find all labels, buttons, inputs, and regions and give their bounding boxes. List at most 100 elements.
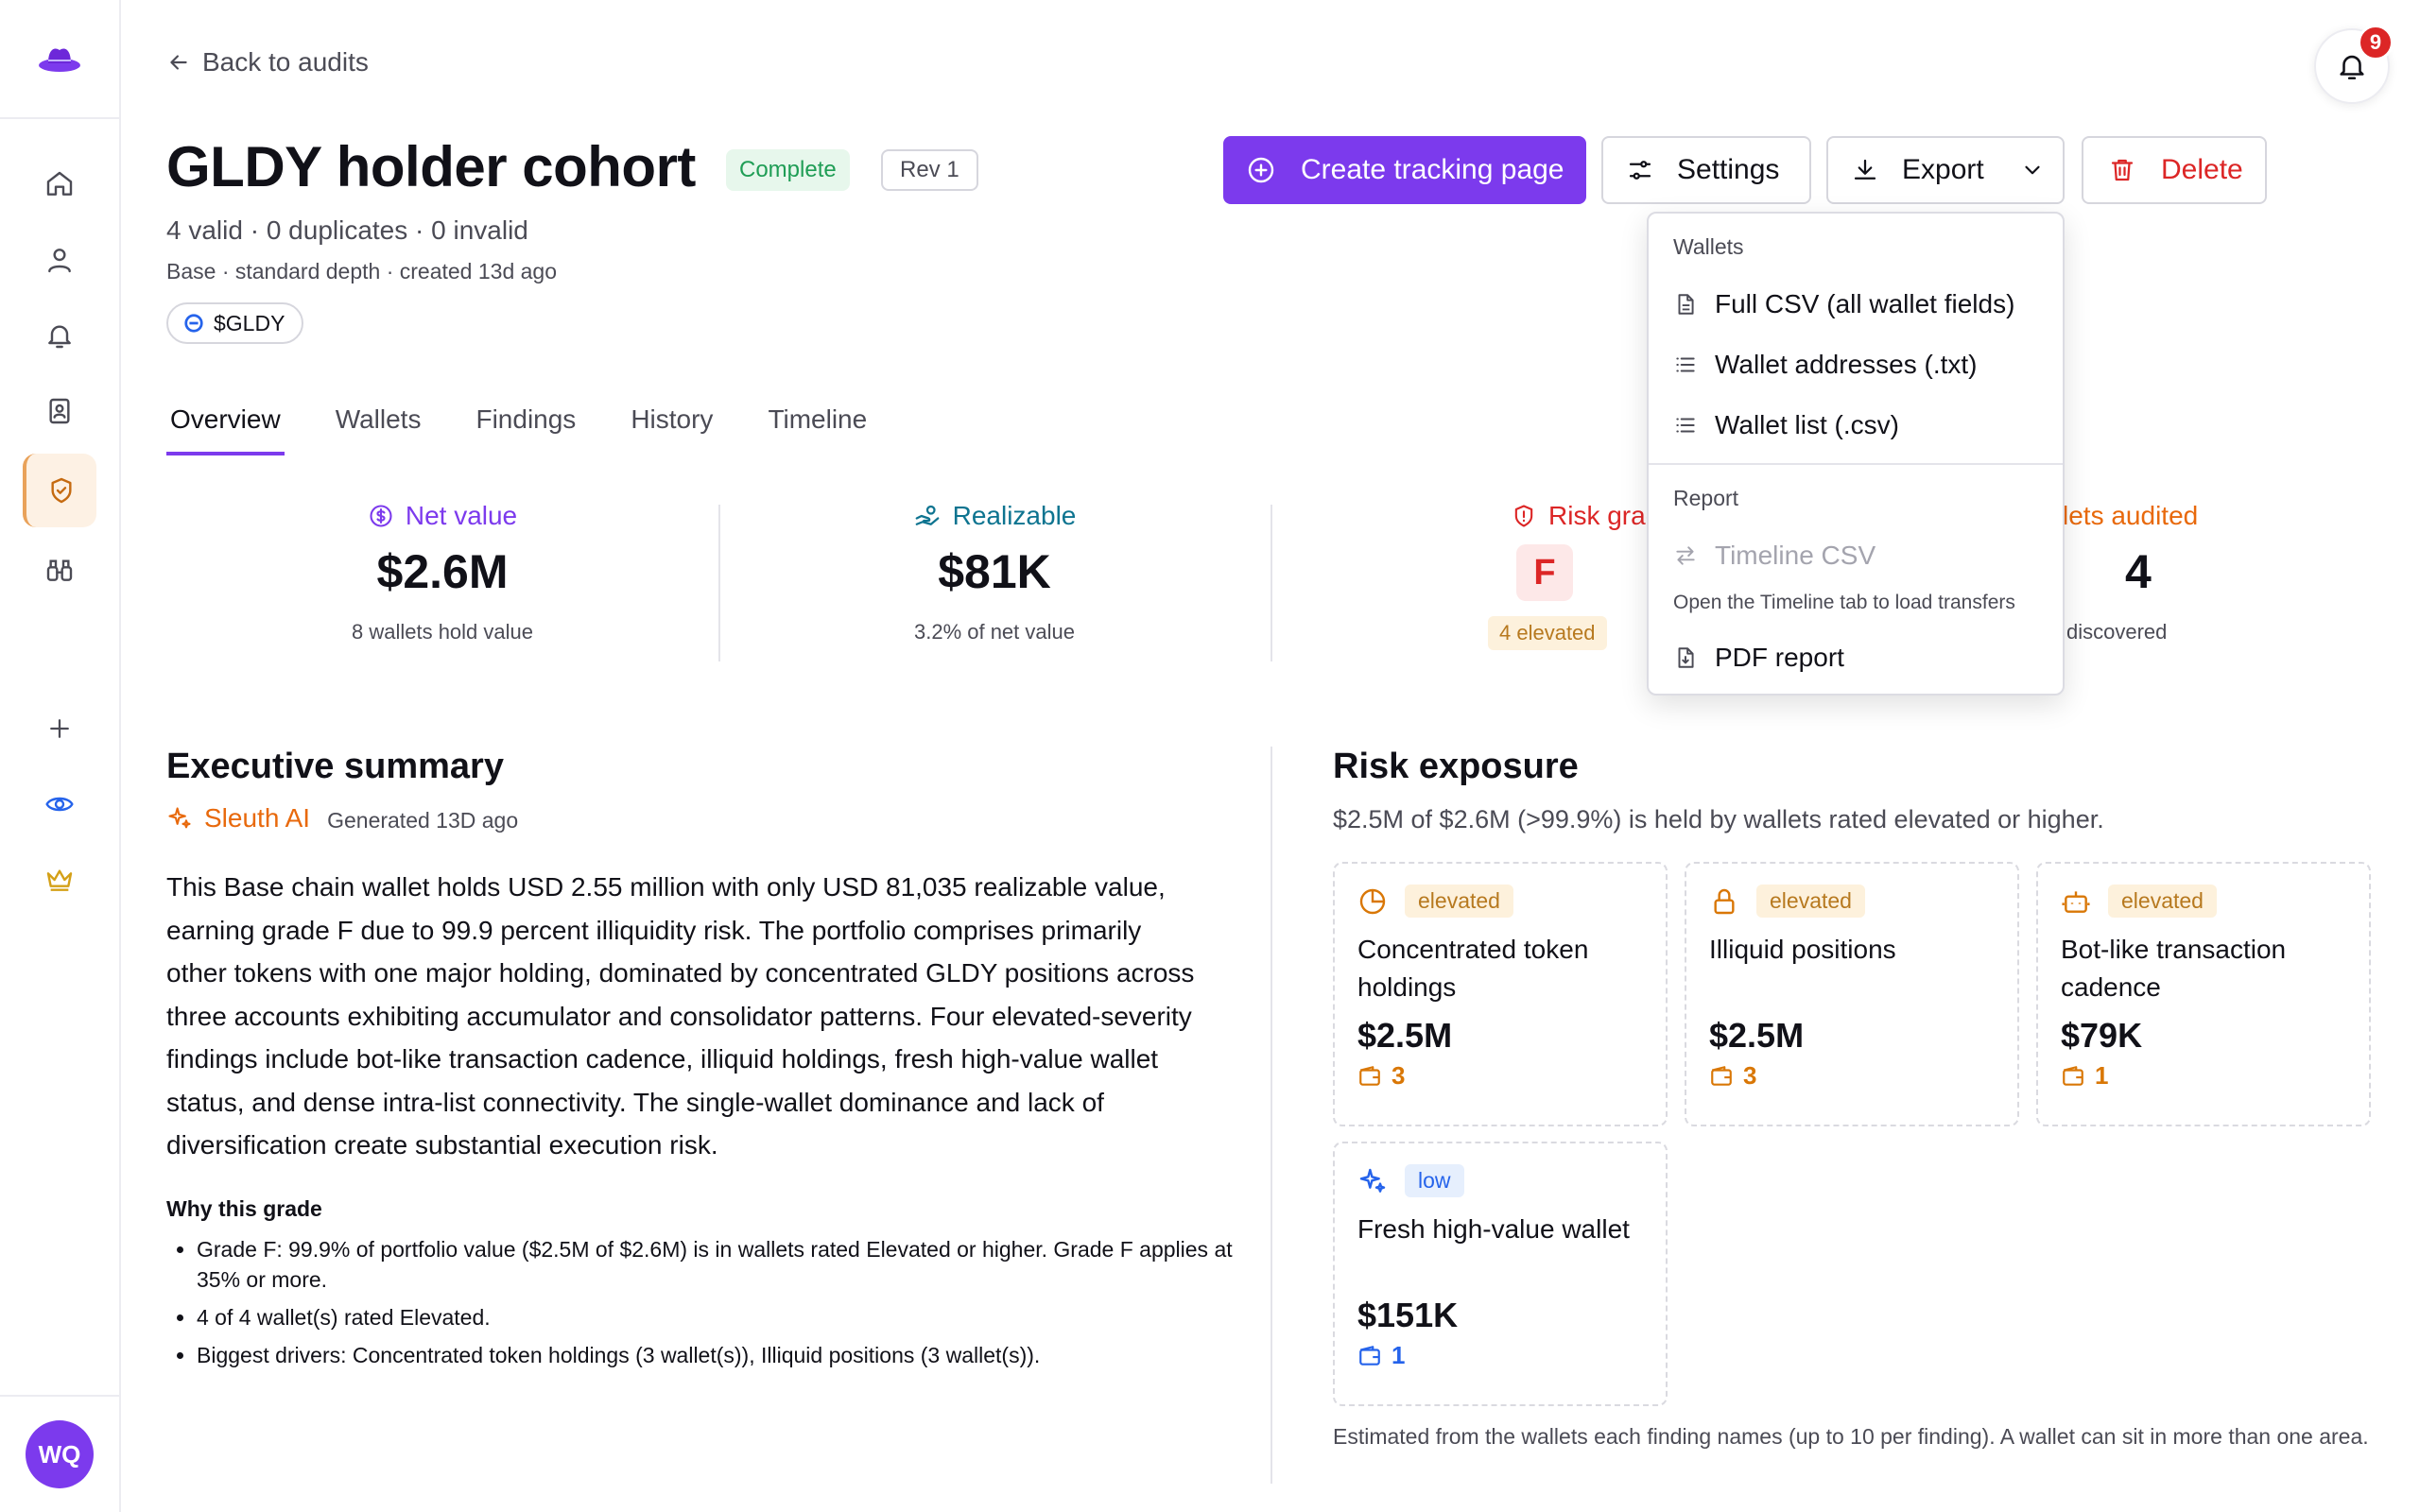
wallet-count: 1: [2095, 1061, 2109, 1090]
user-avatar[interactable]: WQ: [26, 1420, 94, 1488]
wallet-count: 3: [1743, 1061, 1757, 1090]
validation-stats: 4 valid · 0 duplicates · 0 invalid: [166, 215, 528, 245]
plus-circle-icon: [1248, 157, 1274, 183]
contact-book-icon: [49, 398, 70, 424]
generated-timestamp: Generated 13D ago: [327, 807, 519, 833]
list-item: Biggest drivers: Concentrated token hold…: [197, 1340, 1236, 1370]
severity-badge: elevated: [1405, 885, 1513, 918]
finding-title: Bot-like transaction cadence: [2061, 935, 2287, 1002]
sidebar-item-profile[interactable]: [23, 223, 96, 297]
risk-card-illiquid[interactable]: elevated Illiquid positions $2.5M 3: [1685, 862, 2019, 1126]
sidebar-item-home[interactable]: [23, 147, 96, 221]
menu-item-wallet-addresses[interactable]: Wallet addresses (.txt): [1673, 350, 1977, 380]
risk-card-concentrated[interactable]: elevated Concentrated token holdings $2.…: [1333, 862, 1668, 1126]
menu-section-wallets: Wallets: [1673, 234, 1744, 259]
app-logo[interactable]: [0, 0, 119, 119]
bot-icon: [2062, 890, 2090, 913]
base-chain-icon: [184, 314, 203, 333]
file-text-icon: [1678, 294, 1694, 315]
list-icon: [1676, 357, 1695, 372]
menu-item-full-csv[interactable]: Full CSV (all wallet fields): [1673, 289, 2014, 319]
grade-letter: F: [1516, 544, 1573, 601]
menu-item-hint: Open the Timeline tab to load transfers: [1673, 592, 2015, 613]
stat-sub: 3.2% of net value: [913, 620, 1075, 644]
settings-button[interactable]: Settings: [1601, 136, 1811, 204]
user-icon: [48, 249, 71, 273]
wallet-icon: [1359, 1065, 1380, 1086]
why-grade-list: Grade F: 99.9% of portfolio value ($2.5M…: [197, 1234, 1236, 1378]
eye-icon: [45, 797, 74, 812]
create-tracking-page-button[interactable]: Create tracking page: [1223, 136, 1586, 204]
risk-card-fresh-wallet[interactable]: low Fresh high-value wallet $151K 1: [1333, 1142, 1668, 1406]
tab-history[interactable]: History: [627, 397, 717, 455]
trash-icon: [2111, 159, 2134, 181]
list-item: Grade F: 99.9% of portfolio value ($2.5M…: [197, 1234, 1236, 1295]
risk-exposure-heading: Risk exposure: [1333, 747, 1579, 786]
finding-title: Illiquid positions: [1709, 935, 1896, 964]
sidebar-item-watch[interactable]: [23, 767, 96, 841]
finding-value: $2.5M: [1709, 1016, 1805, 1055]
tab-overview[interactable]: Overview: [166, 397, 285, 455]
stat-value: $2.6M: [376, 545, 509, 598]
menu-item-label: Wallet addresses (.txt): [1715, 350, 1978, 379]
menu-section-report: Report: [1673, 486, 1739, 510]
executive-summary-body: This Base chain wallet holds USD 2.55 mi…: [166, 872, 1195, 1160]
tab-wallets[interactable]: Wallets: [332, 397, 425, 455]
crown-icon: [46, 869, 73, 891]
status-badge: Complete: [726, 149, 850, 191]
sparkles-icon: [168, 807, 191, 829]
sidebar-item-explore[interactable]: [23, 533, 96, 607]
notification-count-badge: 9: [2358, 25, 2394, 60]
risk-card-bot-like[interactable]: elevated Bot-like transaction cadence $7…: [2036, 862, 2371, 1126]
menu-item-label: Timeline CSV: [1715, 541, 1876, 570]
export-button[interactable]: Export: [1826, 136, 2065, 204]
sidebar-item-contacts[interactable]: [23, 374, 96, 448]
binoculars-icon: [46, 559, 73, 581]
file-download-icon: [1678, 647, 1694, 668]
wallet-count: 1: [1392, 1341, 1406, 1369]
severity-badge: low: [1405, 1164, 1464, 1197]
sidebar-item-alerts[interactable]: [23, 299, 96, 372]
stat-divider: [718, 505, 720, 662]
token-chip[interactable]: $GLDY: [166, 302, 304, 344]
shield-alert-icon: [1514, 505, 1533, 527]
executive-summary-heading: Executive summary: [166, 747, 504, 786]
download-icon: [1854, 159, 1876, 180]
lock-icon: [1714, 888, 1735, 914]
menu-item-label: Full CSV (all wallet fields): [1715, 289, 2015, 318]
sidebar-item-audits[interactable]: [23, 454, 96, 527]
sliders-icon: [1629, 161, 1651, 180]
wallet-icon: [2063, 1065, 2083, 1086]
risk-exposure-subtitle: $2.5M of $2.6M (>99.9%) is held by walle…: [1333, 805, 2104, 833]
tab-findings[interactable]: Findings: [472, 397, 579, 455]
stat-label: Realizable: [952, 501, 1077, 530]
finding-title: Fresh high-value wallet: [1357, 1214, 1630, 1244]
wallet-count: 3: [1392, 1061, 1406, 1090]
stat-divider: [1270, 505, 1272, 662]
create-tracking-page-label: Create tracking page: [1301, 154, 1564, 185]
hat-logo-icon: [39, 48, 80, 72]
hand-coins-icon: [915, 505, 939, 525]
shield-check-icon: [51, 477, 72, 504]
menu-item-wallet-list[interactable]: Wallet list (.csv): [1673, 410, 1899, 440]
audit-tabs: Overview Wallets Findings History Timeli…: [166, 397, 918, 455]
sidebar: WQ: [0, 0, 121, 1512]
wallet-icon: [1359, 1345, 1380, 1366]
tab-timeline[interactable]: Timeline: [764, 397, 871, 455]
ai-attribution: Sleuth AI Generated 13D ago: [166, 803, 518, 833]
finding-value: $2.5M: [1357, 1016, 1453, 1055]
chevron-down-icon: [2025, 165, 2040, 175]
finding-value: $79K: [2061, 1016, 2143, 1055]
back-to-audits-link[interactable]: Back to audits: [166, 47, 369, 77]
audit-meta: Base · standard depth · created 13d ago: [166, 259, 558, 284]
ai-name: Sleuth AI: [204, 803, 311, 833]
delete-button[interactable]: Delete: [2082, 136, 2267, 204]
arrows-swap-icon: [1676, 546, 1695, 565]
menu-item-pdf-report[interactable]: PDF report: [1673, 643, 1844, 673]
wallet-icon: [1711, 1065, 1732, 1086]
sidebar-item-add[interactable]: [23, 692, 96, 765]
section-divider: [1270, 747, 1272, 1484]
sidebar-item-premium[interactable]: [23, 843, 96, 917]
token-chip-label: $GLDY: [214, 310, 285, 335]
sparkles-icon: [1359, 1168, 1386, 1193]
